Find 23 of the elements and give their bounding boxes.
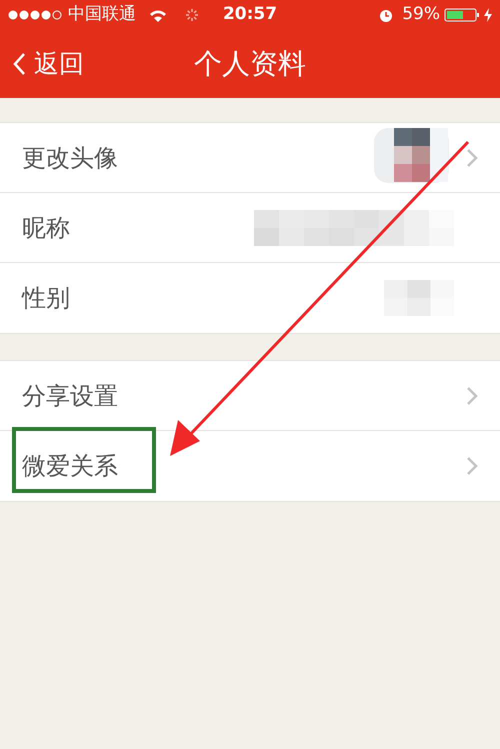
loading-icon: [184, 7, 200, 23]
page-title: 个人资料: [194, 46, 306, 82]
settings-row[interactable]: 更改头像: [0, 123, 500, 193]
settings-row[interactable]: 微爱关系: [0, 431, 500, 501]
charging-icon: [484, 8, 492, 22]
row-label: 更改头像: [22, 142, 118, 174]
carrier-name: 中国联通: [68, 3, 136, 26]
row-label: 微爱关系: [22, 451, 118, 482]
settings-row[interactable]: 昵称: [0, 193, 500, 263]
clock-time: 20:57: [222, 3, 278, 26]
row-label: 昵称: [22, 212, 70, 244]
battery-icon: [444, 7, 480, 23]
row-label: 性别: [22, 283, 70, 314]
signal-icon: [8, 10, 64, 20]
wifi-icon: [148, 8, 168, 22]
back-button[interactable]: 返回: [12, 45, 84, 83]
back-label: 返回: [34, 48, 84, 80]
alarm-icon: [378, 7, 394, 23]
row-label: 分享设置: [22, 380, 118, 412]
settings-row[interactable]: 性别: [0, 263, 500, 333]
back-icon: [12, 52, 26, 76]
battery-percent: 59%: [402, 3, 440, 26]
settings-row[interactable]: 分享设置: [0, 361, 500, 431]
